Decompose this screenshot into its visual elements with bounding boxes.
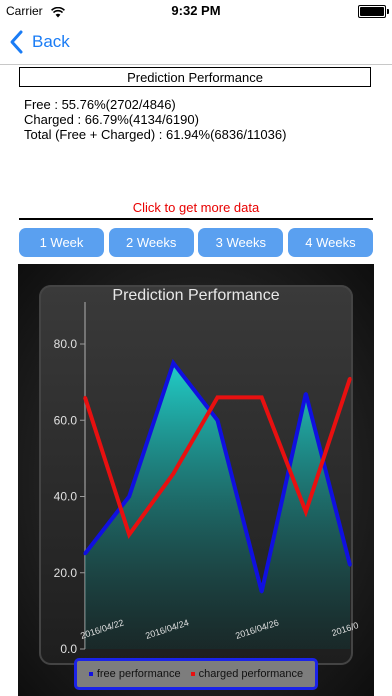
total-stat: Total (Free + Charged) : 61.94%(6836/110… (24, 127, 287, 142)
charged-point (216, 395, 219, 399)
chart-legend: free performance charged performance (74, 658, 318, 690)
charged-point (348, 376, 352, 380)
charged-point (83, 395, 87, 399)
y-tick-label: 40.0 (54, 490, 78, 504)
summary-stats: Free : 55.76%(2702/4846) Charged : 66.79… (24, 97, 286, 142)
week-selector: 1 Week 2 Weeks 3 Weeks 4 Weeks (19, 228, 373, 258)
free-stat: Free : 55.76%(2702/4846) (24, 97, 176, 112)
chart-title: Prediction Performance (112, 287, 279, 304)
back-label: Back (32, 32, 70, 51)
navigation-bar: Back (0, 22, 392, 65)
performance-chart[interactable]: Prediction Performance 0.0 20.0 40.0 60.0 80.… (18, 264, 374, 696)
y-tick-label: 20.0 (54, 566, 78, 580)
charged-point (171, 472, 175, 476)
charged-point (260, 395, 264, 399)
divider (19, 218, 373, 220)
charged-point (304, 510, 308, 514)
week-1-button[interactable]: 1 Week (19, 228, 104, 257)
charged-point (127, 533, 131, 537)
free-point (304, 392, 308, 396)
y-tick-label: 80.0 (54, 337, 78, 351)
free-point (260, 590, 264, 594)
week-4-button[interactable]: 4 Weeks (287, 228, 373, 257)
status-bar: Carrier 9:32 PM (0, 0, 392, 22)
battery-icon (358, 5, 389, 18)
chevron-left-icon (10, 30, 23, 54)
y-tick-label: 0.0 (60, 642, 77, 656)
free-point (348, 563, 352, 567)
free-point (171, 361, 175, 365)
y-tick-label: 60.0 (54, 413, 78, 427)
free-point (216, 418, 219, 422)
free-point (83, 552, 87, 556)
legend-entry-charged: charged performance (190, 668, 304, 680)
week-3-button[interactable]: 3 Weeks (198, 228, 284, 257)
more-data-link[interactable]: Click to get more data (0, 200, 392, 215)
charged-stat: Charged : 66.79%(4134/6190) (24, 112, 199, 127)
legend-label-free: free performance (96, 668, 181, 680)
legend-swatch-charged (190, 672, 195, 676)
legend-label-charged: charged performance (198, 668, 304, 680)
back-button[interactable]: Back (8, 28, 70, 56)
summary-title: Prediction Performance (19, 67, 371, 87)
legend-entry-free: free performance (88, 668, 181, 680)
week-2-button[interactable]: 2 Weeks (108, 228, 194, 257)
free-point (127, 495, 131, 498)
chart-container: Prediction Performance 0.0 20.0 40.0 60.0 80.… (18, 264, 374, 696)
clock: 9:32 PM (171, 3, 221, 18)
legend-swatch-free (88, 672, 93, 676)
